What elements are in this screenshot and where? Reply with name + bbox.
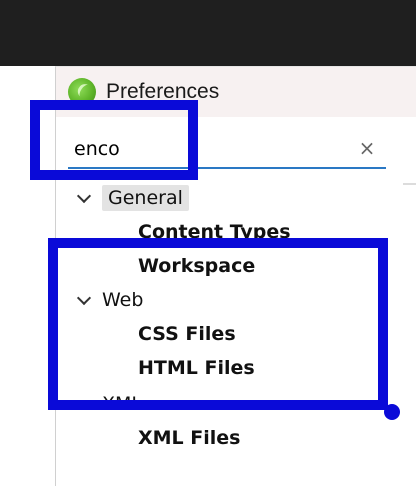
annotation-box-filter — [30, 100, 198, 180]
tree-item-general[interactable]: General — [76, 181, 189, 215]
tree-item-xml-files[interactable]: XML Files — [138, 421, 240, 455]
divider — [403, 183, 416, 185]
annotation-dot — [384, 404, 400, 420]
clear-icon[interactable]: × — [356, 137, 378, 159]
chevron-down-icon[interactable] — [76, 189, 94, 207]
tree-item-label: General — [102, 185, 189, 211]
tree-item-label: XML Files — [138, 427, 241, 449]
top-dark-bar — [0, 0, 416, 66]
annotation-box-pages — [48, 238, 388, 410]
